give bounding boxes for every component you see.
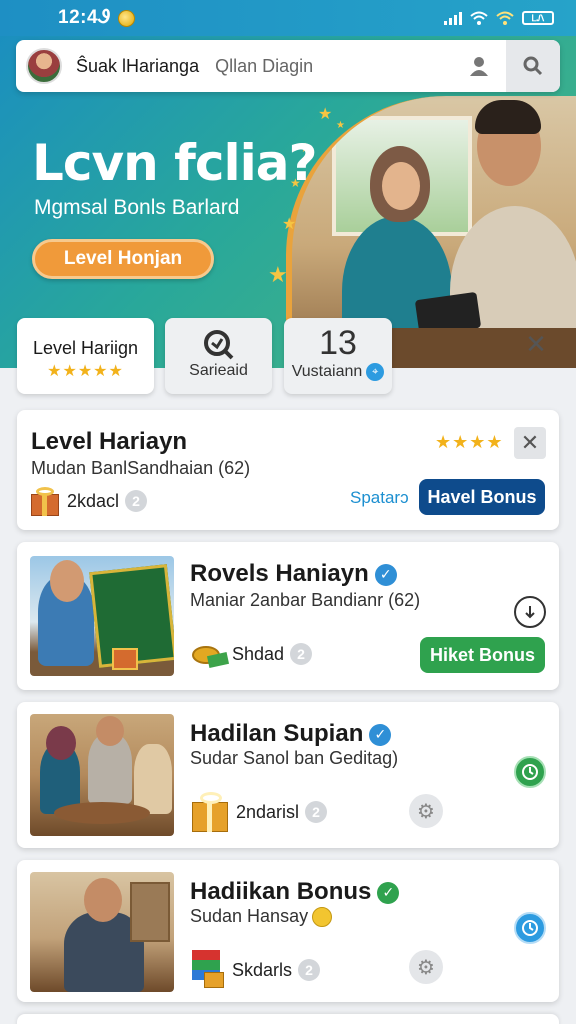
close-icon[interactable]: ✕ — [520, 328, 552, 360]
verified-check-icon: ✓ — [369, 723, 392, 746]
tab-count-number: 13 — [319, 324, 357, 362]
search-button[interactable] — [506, 40, 560, 92]
colorful-gift-icon — [192, 950, 226, 990]
card-link[interactable]: Spatarᴐ — [350, 488, 409, 508]
get-bonus-button[interactable]: Hiket Bonus — [420, 637, 545, 673]
card-meta: 2ndarisl — [236, 801, 300, 822]
user-icon — [470, 57, 488, 76]
rating-stars: ★★★★ — [435, 432, 504, 452]
hero-subtitle: Mgmsal Bonls Barlard — [34, 196, 240, 219]
search-refresh-icon — [203, 330, 233, 360]
battery-icon: ᏞᏁ — [522, 11, 554, 25]
close-icon[interactable]: ✕ — [514, 427, 546, 459]
card-title: Level Hariayn — [31, 428, 188, 455]
gift-icon — [190, 792, 230, 832]
bonus-card[interactable]: Level Hariayn ★★★★ ✕ Mudan BanlSandhaian… — [17, 410, 559, 530]
tab-count[interactable]: 13 Vustaiann ⌖ — [284, 318, 392, 394]
gift-icon — [29, 486, 61, 516]
card-thumbnail — [30, 556, 174, 676]
search-bar: Ŝuak lHarianga Qllan Diagin — [16, 40, 560, 92]
status-time: 12:4Ꮽ — [58, 7, 111, 28]
card-subtitle: Mudan BanlSandhaian (62) — [31, 458, 251, 478]
hero-woman-face — [382, 162, 420, 210]
count-badge: 2 — [305, 801, 328, 823]
card-meta: 2kdacl — [67, 490, 120, 511]
count-badge: 2 — [290, 643, 313, 665]
app-avatar[interactable] — [26, 48, 62, 84]
wifi-icon — [470, 11, 488, 25]
card-title: Rovels Haniayn — [190, 560, 369, 587]
verified-check-icon: ✓ — [377, 881, 400, 904]
coin-icon — [312, 907, 333, 928]
card-title: Hadilan Supian — [190, 720, 364, 747]
next-card-peek — [17, 1014, 559, 1024]
download-icon[interactable] — [514, 596, 546, 628]
tab-count-label: Vustaiann — [291, 363, 363, 380]
card-subtitle: Sudan Hansay — [190, 906, 309, 926]
count-badge: 2 — [298, 959, 321, 981]
card-title: Hadiikan Bonus — [190, 878, 372, 905]
hero-man-hair — [475, 100, 541, 134]
star-decoration-icon: ★ — [268, 262, 288, 287]
pin-icon: ⌖ — [366, 363, 385, 381]
search-input[interactable]: Qllan Diagin — [215, 56, 313, 77]
star-decoration-icon: ★ — [282, 216, 297, 233]
coin-icon — [118, 9, 136, 27]
claim-bonus-button[interactable]: Havel Bonus — [419, 479, 545, 515]
data-sync-icon — [496, 11, 514, 25]
hero-cta-button[interactable]: Level Honjan — [32, 239, 214, 279]
rating-stars: ★★★★★ — [47, 363, 124, 380]
app-name: Ŝuak lHarianga — [76, 55, 200, 76]
card-meta: Shdad — [232, 643, 285, 664]
tab-search-label: Sarieaid — [189, 362, 248, 379]
card-thumbnail — [30, 714, 174, 836]
verified-check-icon: ✓ — [374, 563, 397, 586]
card-subtitle: Maniar 2anbar Bandianr (62) — [190, 590, 421, 610]
count-badge: 2 — [125, 490, 148, 512]
coins-cash-icon — [192, 640, 230, 668]
bonus-card[interactable]: Hadiikan Bonus ✓ Sudan Hansay Skdarls 2 ⚙ — [17, 860, 559, 1002]
clock-icon[interactable] — [514, 912, 546, 944]
star-decoration-icon: ★ — [336, 120, 345, 131]
status-icons: ᏞᏁ — [444, 11, 554, 25]
card-meta: Skdarls — [232, 959, 293, 980]
tab-level-label: Level Hariign — [32, 338, 139, 358]
clock-icon[interactable] — [514, 756, 546, 788]
settings-gear-icon[interactable]: ⚙ — [409, 950, 443, 984]
tab-level[interactable]: Level Hariign ★★★★★ — [17, 318, 154, 394]
search-icon — [523, 56, 543, 76]
bonus-card[interactable]: Rovels Haniayn ✓ Maniar 2anbar Bandianr (… — [17, 542, 559, 690]
star-decoration-icon: ★ — [318, 106, 333, 123]
profile-button[interactable] — [452, 40, 506, 92]
card-subtitle: Sudar Sanol ban Geditag) — [190, 748, 399, 768]
card-thumbnail — [30, 872, 174, 992]
bonus-card[interactable]: Hadilan Supian ✓ Sudar Sanol ban Geditag)… — [17, 702, 559, 848]
signal-icon — [444, 11, 462, 25]
hero-title: Lcvn fclia? — [32, 134, 318, 192]
tab-search[interactable]: Sarieaid — [165, 318, 272, 394]
status-bar: 12:4Ꮽ ᏞᏁ — [0, 0, 576, 36]
settings-gear-icon[interactable]: ⚙ — [409, 794, 443, 828]
